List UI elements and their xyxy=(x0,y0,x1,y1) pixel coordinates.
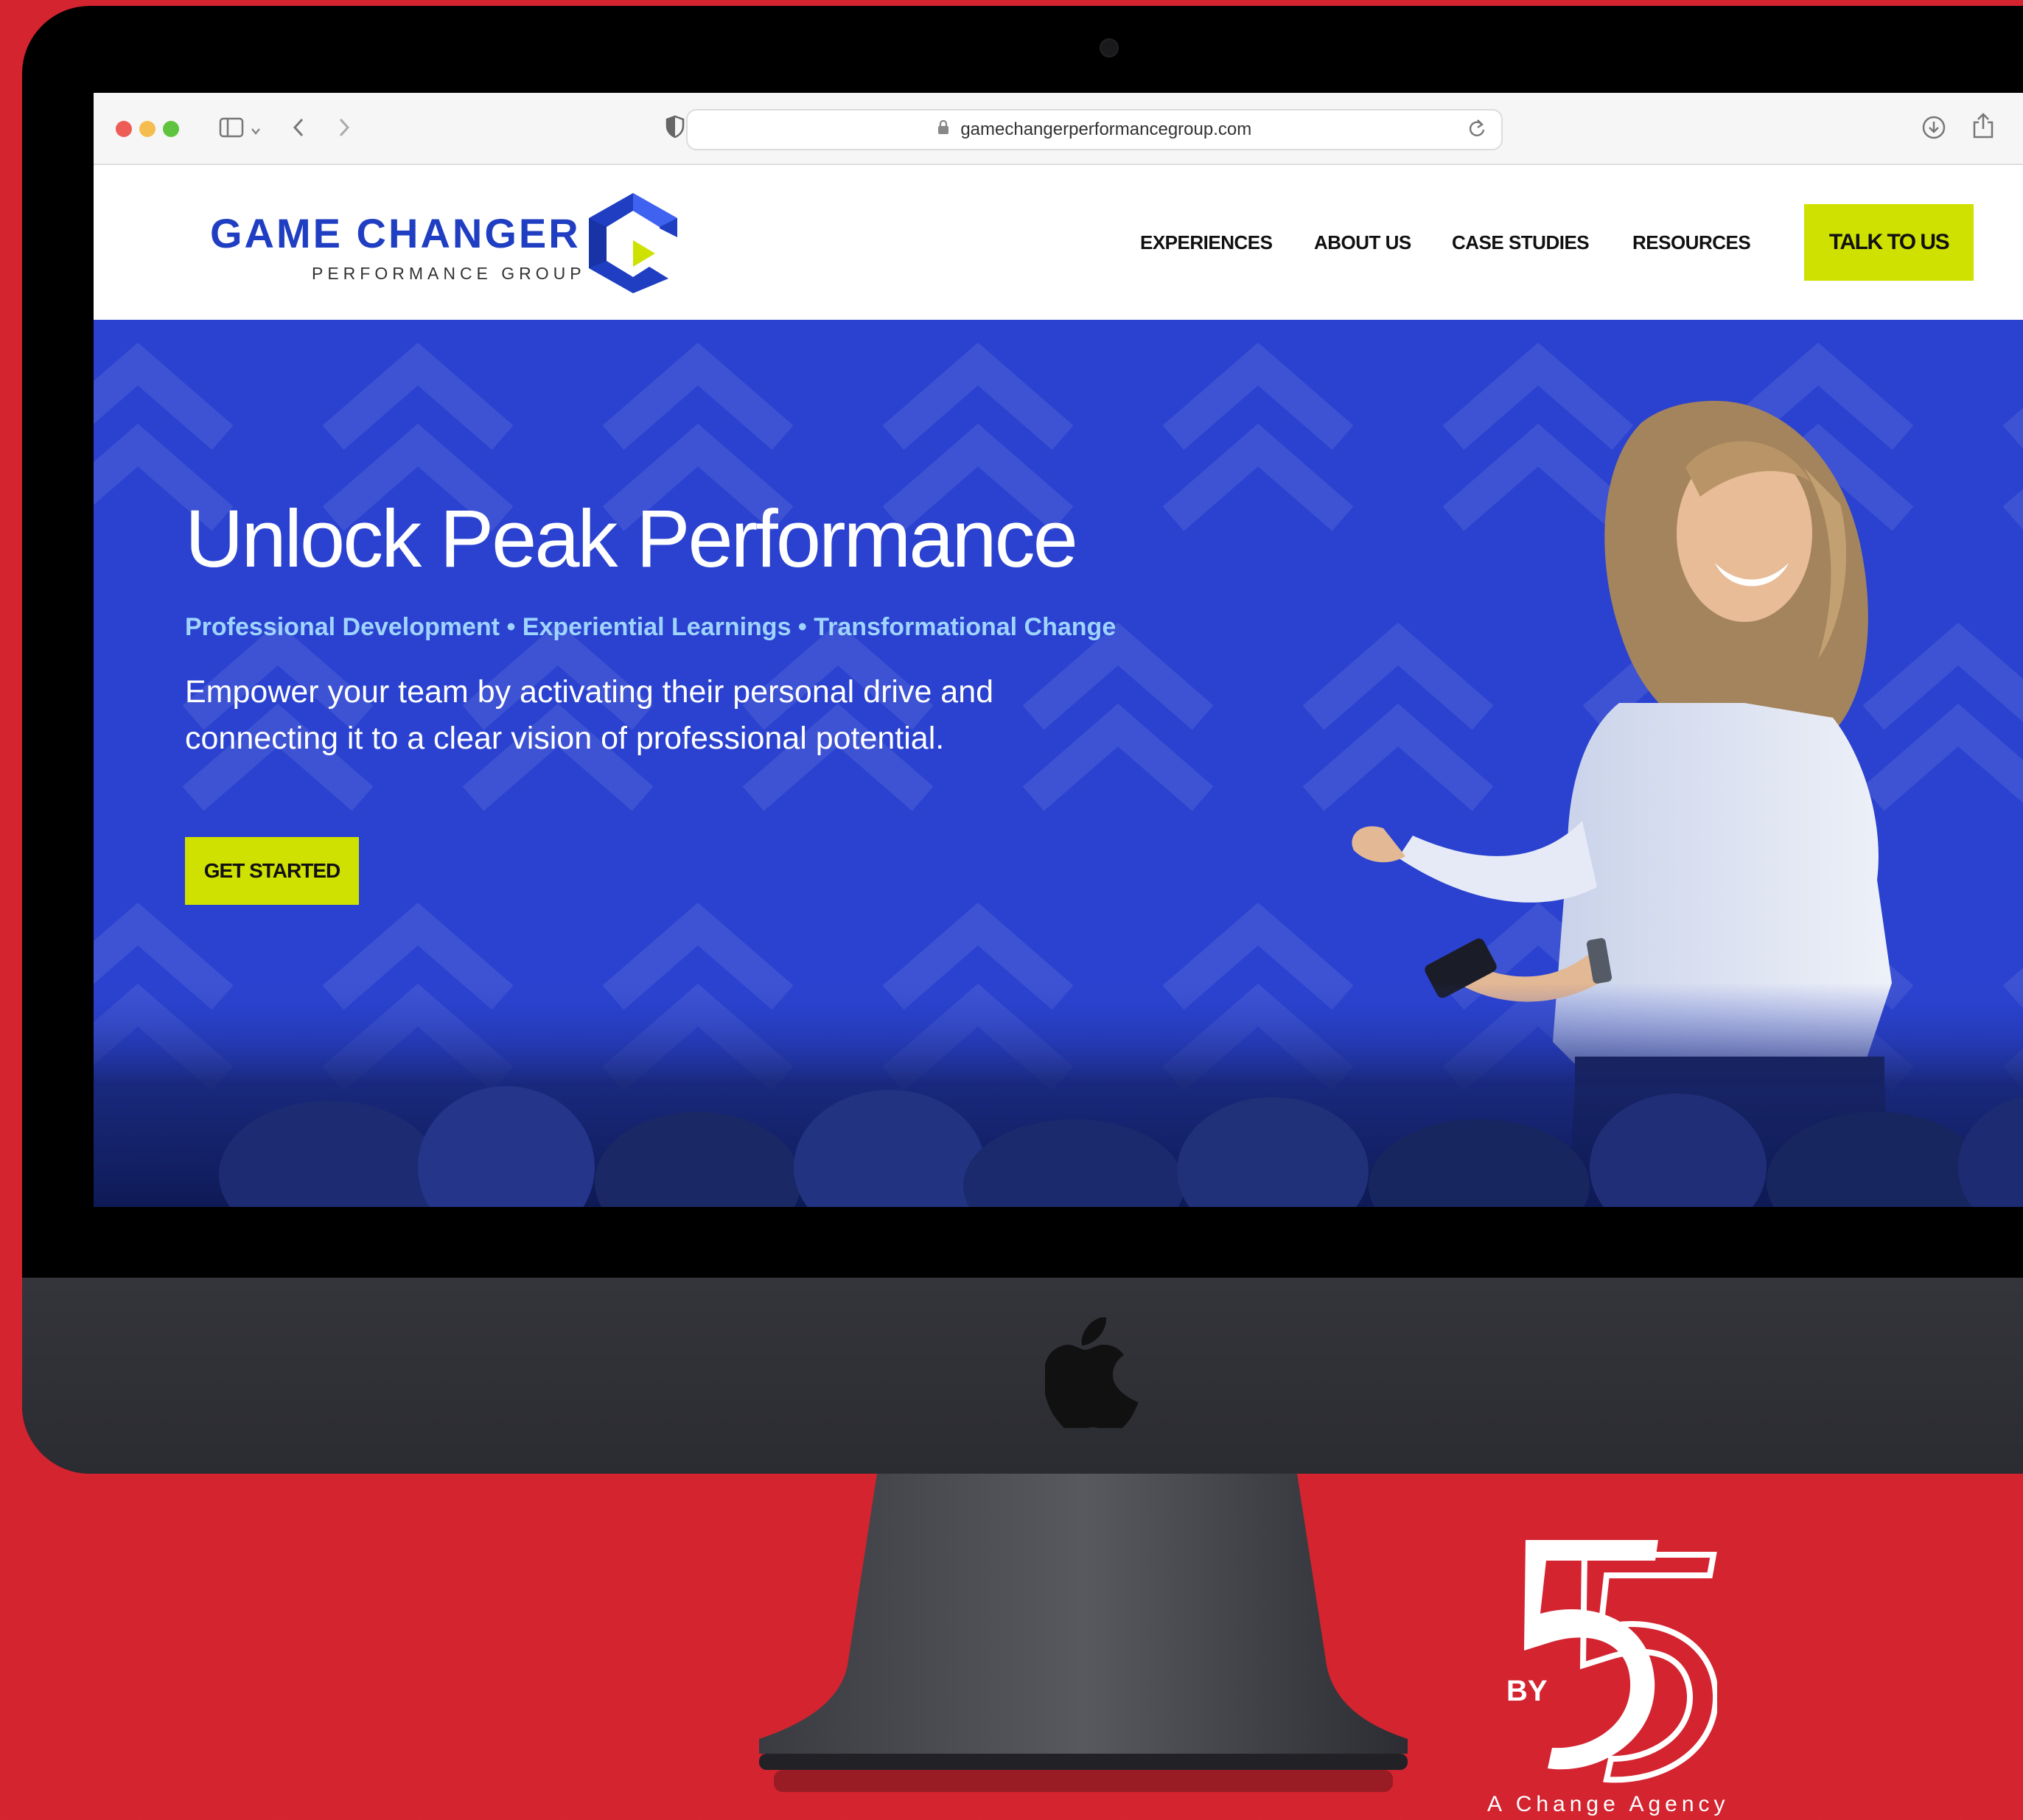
hero-title: Unlock Peak Performance xyxy=(185,494,1078,584)
zoom-window-button[interactable] xyxy=(163,121,179,137)
logo-title[interactable]: GAME CHANGER xyxy=(210,209,581,257)
chevron-left-icon[interactable] xyxy=(291,116,306,143)
close-window-button[interactable] xyxy=(116,121,132,137)
nav-case-studies[interactable]: CASE STUDIES xyxy=(1452,231,1590,254)
browser-window: gamechangerperformancegroup.com GAME CHA… xyxy=(94,93,2023,1207)
minimize-window-button[interactable] xyxy=(139,121,156,137)
by55-logo: BY xyxy=(1506,1540,1717,1783)
logo-subtitle: PERFORMANCE GROUP xyxy=(312,264,586,283)
monitor-chin xyxy=(22,1278,2023,1474)
chevron-right-icon[interactable] xyxy=(337,116,352,143)
download-icon[interactable] xyxy=(1921,115,1946,144)
chevron-shape xyxy=(94,342,234,450)
monitor-stand xyxy=(759,1474,1408,1792)
nav-about-us[interactable]: ABOUT US xyxy=(1314,231,1411,254)
audience-photo xyxy=(94,983,2023,1207)
browser-toolbar: gamechangerperformancegroup.com xyxy=(94,93,2023,165)
apple-logo-icon xyxy=(1045,1317,1139,1428)
hero-tagline: Professional Development • Experiential … xyxy=(185,613,1117,641)
sidebar-icon[interactable] xyxy=(219,116,244,143)
hero-section: Unlock Peak Performance Professional Dev… xyxy=(94,320,2023,1207)
site-header: GAME CHANGER PERFORMANCE GROUP EXPERIENC… xyxy=(94,165,2023,320)
get-started-button[interactable]: GET STARTED xyxy=(185,837,359,905)
share-icon[interactable] xyxy=(1971,112,1995,144)
reload-icon[interactable] xyxy=(1467,118,1486,144)
camera-icon xyxy=(1100,38,1119,57)
nav-resources[interactable]: RESOURCES xyxy=(1632,231,1751,254)
game-changer-logo-icon[interactable] xyxy=(581,192,685,295)
by55-by-text: BY xyxy=(1506,1675,1548,1707)
shield-icon[interactable] xyxy=(665,115,685,143)
nav-experiences[interactable]: EXPERIENCES xyxy=(1140,231,1273,254)
hero-body: Empower your team by activating their pe… xyxy=(185,674,994,756)
url-text: gamechangerperformancegroup.com xyxy=(960,119,1252,139)
lock-icon xyxy=(937,119,954,139)
talk-to-us-button[interactable]: TALK TO US xyxy=(1804,204,1974,281)
agency-tagline: A Change Agency xyxy=(1487,1792,1730,1816)
chevron-down-icon[interactable] xyxy=(250,119,262,141)
imac-monitor: gamechangerperformancegroup.com GAME CHA… xyxy=(22,6,2023,1474)
address-bar[interactable]: gamechangerperformancegroup.com xyxy=(686,109,1503,150)
